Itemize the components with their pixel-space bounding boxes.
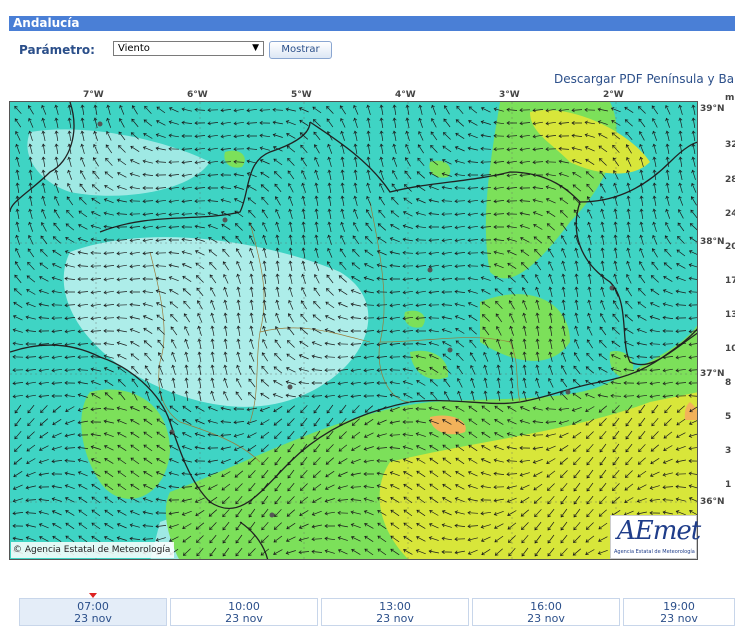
logo-text: AEmet [617, 516, 701, 546]
legend-value: 5 [725, 412, 732, 422]
aemet-logo: AEmet Agencia Estatal de Meteorología [610, 515, 701, 559]
time-slot[interactable]: 19:00 23 nov [623, 598, 735, 626]
region-title: Andalucía [13, 16, 80, 30]
time-slot[interactable]: 07:00 23 nov [19, 598, 167, 626]
parameter-select-value: Viento [118, 43, 150, 54]
dropdown-arrow-icon: ▼ [252, 43, 259, 53]
legend-value: 1 [725, 480, 732, 490]
logo-subtitle: Agencia Estatal de Meteorología [614, 549, 695, 555]
latitude-label: 38°N [700, 237, 725, 247]
time-slot-date: 23 nov [74, 612, 112, 625]
region-title-bar: Andalucía [9, 16, 735, 31]
time-slot-date: 23 nov [376, 612, 414, 625]
time-slot[interactable]: 10:00 23 nov [170, 598, 318, 626]
latitude-label: 37°N [700, 369, 725, 379]
time-selector: 07:00 23 nov 10:00 23 nov 13:00 23 nov 1… [19, 598, 735, 626]
time-slot-date: 23 nov [225, 612, 263, 625]
longitude-label: 7°W [83, 90, 104, 100]
legend-value: 17 [725, 276, 735, 286]
copyright-notice: © Agencia Estatal de Meteorología [11, 542, 175, 558]
legend-value: 3 [725, 446, 732, 456]
latitude-label: 39°N [700, 104, 725, 114]
legend-value: 10 [725, 344, 735, 354]
legend-value: 32 [725, 140, 735, 150]
legend-value: 8 [725, 378, 732, 388]
longitude-label: 3°W [499, 90, 520, 100]
time-slot[interactable]: 13:00 23 nov [321, 598, 469, 626]
legend-value: 13 [725, 310, 735, 320]
download-pdf-link[interactable]: Descargar PDF Península y Bale [554, 72, 735, 86]
parameter-label: Parámetro: [19, 43, 95, 57]
time-slot-date: 23 nov [527, 612, 565, 625]
legend-value: 28 [725, 175, 735, 185]
wind-map[interactable] [9, 101, 698, 560]
time-slot[interactable]: 16:00 23 nov [472, 598, 620, 626]
legend-value: 20 [725, 242, 735, 252]
longitude-label: 2°W [603, 90, 624, 100]
wind-map-canvas [10, 102, 697, 559]
longitude-label: 4°W [395, 90, 416, 100]
longitude-label: 5°W [291, 90, 312, 100]
parameter-select[interactable]: Viento ▼ [113, 41, 264, 56]
time-slot-date: 23 nov [660, 612, 698, 625]
show-button[interactable]: Mostrar [269, 41, 332, 59]
latitude-label: 36°N [700, 497, 725, 507]
longitude-label: 6°W [187, 90, 208, 100]
legend-value: 24 [725, 209, 735, 219]
legend-unit: m [725, 93, 735, 103]
